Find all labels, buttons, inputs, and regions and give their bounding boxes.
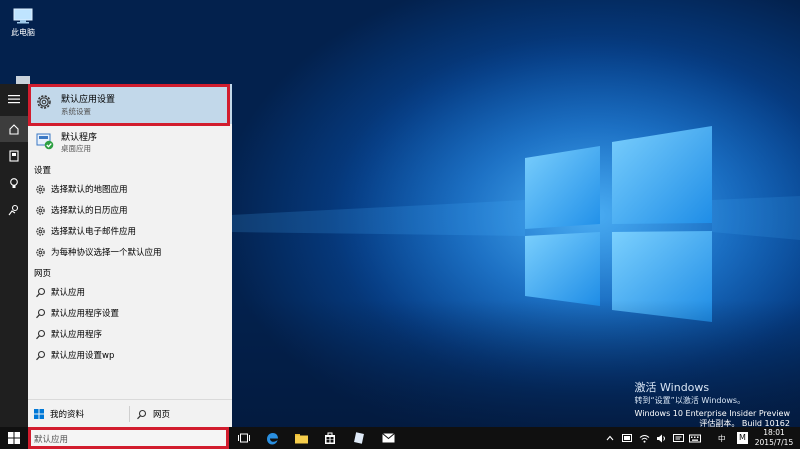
keyboard-button[interactable] <box>688 427 702 449</box>
tray-app-button[interactable] <box>620 427 634 449</box>
gear-icon <box>34 204 46 216</box>
settings-item-email[interactable]: 选择默认电子邮件应用 <box>34 223 230 239</box>
home-icon <box>9 124 19 135</box>
activation-watermark: 激活 Windows 转到“设置”以激活 Windows。 Windows 10… <box>635 379 790 429</box>
settings-item-map[interactable]: 选择默认的地图应用 <box>34 181 230 197</box>
hamburger-menu-button[interactable] <box>0 86 28 112</box>
web-item-label: 默认应用设置wp <box>51 351 115 361</box>
message-icon <box>672 433 684 442</box>
clock-time: 18:01 <box>763 428 785 437</box>
search-icon <box>136 409 147 420</box>
taskbar: 中 M 18:01 2015/7/15 <box>0 427 800 449</box>
search-annotation-box <box>28 427 229 449</box>
settings-item-label: 选择默认电子邮件应用 <box>51 227 137 237</box>
windows-logo-icon <box>34 409 44 419</box>
ime-mode-indicator[interactable]: M <box>737 432 748 444</box>
mail-icon <box>381 433 395 443</box>
chevron-up-icon <box>606 435 614 441</box>
web-scope-label: 网页 <box>153 410 171 420</box>
edge-icon <box>266 432 278 444</box>
web-item-3[interactable]: 默认应用设置wp <box>34 347 230 363</box>
best-match-annotation-box <box>28 84 230 126</box>
app-button-1[interactable] <box>349 427 369 449</box>
show-hidden-icons-button[interactable] <box>603 427 617 449</box>
bottom-divider <box>129 406 130 422</box>
hamburger-icon <box>8 95 20 104</box>
folder-icon <box>294 433 308 443</box>
edge-button[interactable] <box>262 427 282 449</box>
computer-icon <box>12 8 34 24</box>
watermark-subtitle: 转到“设置”以激活 Windows。 <box>634 396 746 405</box>
feedback-button[interactable] <box>0 197 28 223</box>
web-item-label: 默认应用程序设置 <box>51 309 120 319</box>
my-stuff-label: 我的资料 <box>50 410 85 420</box>
search-icon <box>34 307 46 319</box>
clock[interactable]: 18:01 2015/7/15 <box>752 427 796 449</box>
lightbulb-icon <box>10 178 18 188</box>
reminders-button[interactable] <box>0 170 28 196</box>
clock-date: 2015/7/15 <box>754 438 794 447</box>
settings-section-header: 设置 <box>34 166 52 176</box>
ime-language-indicator[interactable]: 中 <box>718 433 726 444</box>
start-button[interactable] <box>0 427 28 449</box>
mail-button[interactable] <box>378 427 398 449</box>
start-menu: 默认应用设置 系统设置 默认程序 桌面应用 设置 选择默认的地图应用 选择默认的… <box>0 84 232 428</box>
settings-item-label: 选择默认的日历应用 <box>51 206 128 216</box>
web-section-header: 网页 <box>34 269 52 279</box>
search-results-panel: 默认应用设置 系统设置 默认程序 桌面应用 设置 选择默认的地图应用 选择默认的… <box>28 84 232 428</box>
store-button[interactable] <box>320 427 340 449</box>
volume-button[interactable] <box>654 427 668 449</box>
wifi-icon <box>639 434 649 443</box>
build-info-line1: Windows 10 Enterprise Insider Preview <box>634 409 790 418</box>
start-rail <box>0 84 28 427</box>
web-item-0[interactable]: 默认应用 <box>34 284 230 300</box>
desktop-icon-this-pc[interactable]: 此电脑 <box>6 8 40 38</box>
web-scope-button[interactable]: 网页 <box>136 400 170 428</box>
gear-icon <box>34 225 46 237</box>
notebook-button[interactable] <box>0 143 28 169</box>
default-programs-icon <box>36 132 54 150</box>
settings-item-label: 选择默认的地图应用 <box>51 185 128 195</box>
tray-app-icon <box>622 434 632 442</box>
recycle-bin-icon <box>12 74 34 84</box>
web-item-2[interactable]: 默认应用程序 <box>34 326 230 342</box>
settings-item-calendar[interactable]: 选择默认的日历应用 <box>34 202 230 218</box>
search-scope-bar: 我的资料 网页 <box>28 399 232 428</box>
default-programs-subtitle: 桌面应用 <box>61 144 91 153</box>
feedback-icon <box>8 204 19 216</box>
home-button[interactable] <box>0 116 28 142</box>
notebook-icon <box>9 150 19 162</box>
document-icon <box>354 432 364 444</box>
task-view-icon <box>238 433 250 443</box>
search-icon <box>34 286 46 298</box>
my-stuff-button[interactable]: 我的资料 <box>34 400 84 428</box>
store-icon <box>325 432 335 444</box>
watermark-title: 激活 Windows <box>634 381 710 394</box>
keyboard-icon <box>689 434 701 442</box>
web-item-label: 默认应用 <box>51 288 86 298</box>
search-icon <box>34 328 46 340</box>
speaker-icon <box>656 434 665 442</box>
settings-item-label: 为每种协议选择一个默认应用 <box>51 248 162 258</box>
web-item-1[interactable]: 默认应用程序设置 <box>34 305 230 321</box>
web-item-label: 默认应用程序 <box>51 330 103 340</box>
default-programs-item[interactable]: 默认程序 桌面应用 <box>28 126 232 158</box>
action-center-button[interactable] <box>671 427 685 449</box>
gear-icon <box>34 183 46 195</box>
default-programs-title: 默认程序 <box>61 133 98 143</box>
task-view-button[interactable] <box>234 427 254 449</box>
network-button[interactable] <box>637 427 651 449</box>
windows-logo-icon <box>8 432 20 444</box>
gear-icon <box>34 246 46 258</box>
desktop-icon-label: 此电脑 <box>11 28 35 37</box>
search-icon <box>34 349 46 361</box>
settings-item-protocol[interactable]: 为每种协议选择一个默认应用 <box>34 244 230 260</box>
file-explorer-button[interactable] <box>291 427 311 449</box>
